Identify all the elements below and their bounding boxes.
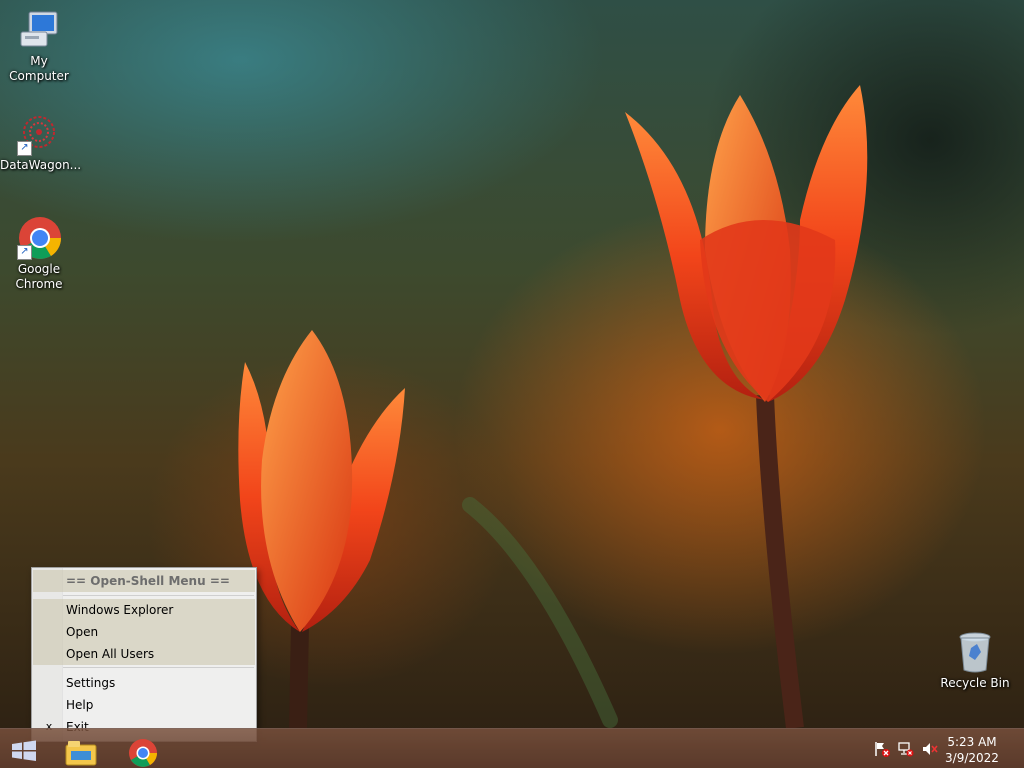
- menu-separator: [63, 667, 254, 668]
- desktop: My Computer ↗ DataWagon... ↗ Google Chro…: [0, 0, 1024, 768]
- desktop-icon-label: DataWagon...: [0, 158, 82, 172]
- menu-item-help[interactable]: Help: [33, 694, 255, 716]
- menu-item-windows-explorer[interactable]: Windows Explorer: [33, 599, 255, 621]
- chrome-icon: ↗: [17, 216, 62, 260]
- menu-item-open[interactable]: Open: [33, 621, 255, 643]
- menu-item-open-all-users[interactable]: Open All Users: [33, 643, 255, 665]
- chrome-icon: [129, 739, 157, 767]
- menu-item-label: Settings: [66, 676, 116, 690]
- taskbar: 5:23 AM 3/9/2022: [0, 728, 1024, 768]
- computer-icon: [17, 8, 61, 52]
- file-explorer-icon: [65, 741, 97, 766]
- menu-item-label: Open: [66, 625, 99, 639]
- windows-logo-icon: [12, 740, 36, 761]
- menu-item-label: Windows Explorer: [66, 603, 174, 617]
- clock-time: 5:23 AM: [947, 735, 997, 749]
- taskbar-clock[interactable]: 5:23 AM 3/9/2022: [942, 734, 1002, 766]
- taskbar-file-explorer-button[interactable]: [62, 733, 102, 767]
- desktop-icon-label: Recycle Bin: [940, 676, 1010, 690]
- menu-item-settings[interactable]: Settings: [33, 672, 255, 694]
- desktop-icon-my-computer[interactable]: My Computer: [0, 8, 78, 84]
- menu-separator: [63, 595, 254, 596]
- network-icon[interactable]: [898, 741, 914, 757]
- volume-muted-icon[interactable]: [922, 741, 938, 757]
- desktop-icon-google-chrome[interactable]: ↗ Google Chrome: [0, 216, 78, 292]
- menu-item-label: Open All Users: [66, 647, 155, 661]
- desktop-icon-recycle-bin[interactable]: Recycle Bin: [936, 630, 1014, 691]
- menu-item-label: Help: [66, 698, 94, 712]
- clock-date: 3/9/2022: [945, 751, 999, 765]
- menu-title: == Open-Shell Menu ==: [33, 570, 255, 592]
- datawagon-icon: ↗: [17, 112, 61, 156]
- shortcut-arrow-icon: ↗: [17, 141, 32, 156]
- shortcut-arrow-icon: ↗: [17, 245, 32, 260]
- desktop-icon-datawagon[interactable]: ↗ DataWagon...: [0, 112, 82, 173]
- desktop-icon-label: Google Chrome: [15, 262, 63, 291]
- open-shell-context-menu: == Open-Shell Menu == Windows Explorer O…: [31, 567, 257, 742]
- recycle-bin-icon: [953, 630, 997, 674]
- desktop-icon-label: My Computer: [9, 54, 69, 83]
- taskbar-chrome-button[interactable]: [123, 733, 163, 767]
- start-button[interactable]: [4, 733, 44, 767]
- action-center-flag-icon[interactable]: [874, 741, 890, 757]
